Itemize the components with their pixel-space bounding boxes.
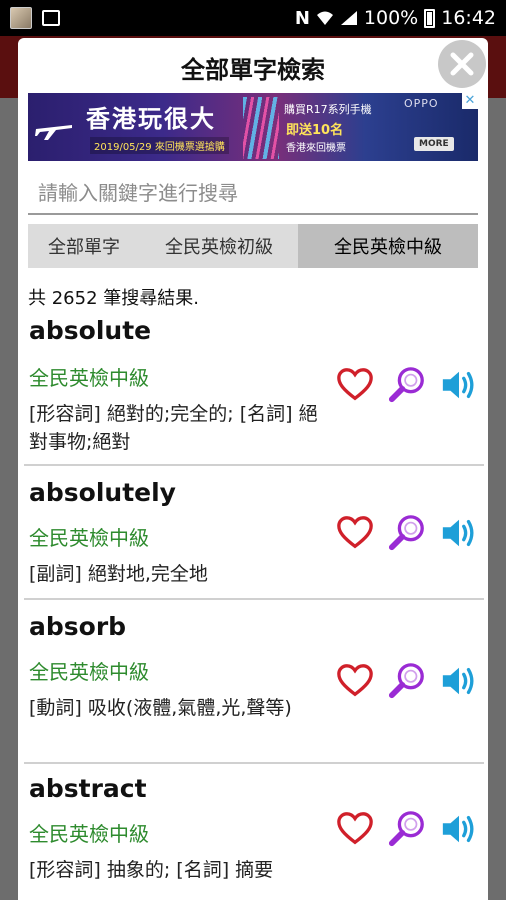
store-notification-icon <box>42 10 60 26</box>
word-level: 全民英檢中級 <box>29 366 149 390</box>
list-item[interactable]: absolutely 全民英檢中級 [副詞] 絕對地,完全地 <box>24 466 484 600</box>
result-count: 共 2652 筆搜尋結果. <box>28 288 199 309</box>
word-level: 全民英檢中級 <box>29 822 149 846</box>
ad-line3: 香港來回機票 <box>286 143 346 154</box>
word-title: absolutely <box>29 478 176 507</box>
search-input[interactable] <box>28 173 488 213</box>
nfc-icon: N <box>294 7 310 29</box>
status-bar: N 100% 16:42 <box>0 0 506 36</box>
tab-gept-intermediate[interactable]: 全民英檢中級 <box>298 224 478 268</box>
ad-graphic <box>243 97 279 159</box>
wifi-icon <box>316 11 333 25</box>
search-field <box>28 173 488 215</box>
word-title: absolute <box>29 316 152 345</box>
tab-gept-elementary[interactable]: 全民英檢初級 <box>140 224 298 268</box>
signal-icon <box>340 11 357 25</box>
word-definition: [副詞] 絕對地,完全地 <box>29 563 208 585</box>
magnifier-icon[interactable] <box>388 514 426 552</box>
speaker-icon[interactable] <box>440 366 478 404</box>
airplane-icon <box>35 125 72 140</box>
speaker-icon[interactable] <box>440 810 478 848</box>
word-definition: [形容詞] 抽象的; [名詞] 摘要 <box>29 859 274 881</box>
heart-icon[interactable] <box>336 810 374 848</box>
magnifier-icon[interactable] <box>388 366 426 404</box>
close-button[interactable] <box>438 40 486 88</box>
speaker-icon[interactable] <box>440 662 478 700</box>
word-title: absorb <box>29 612 127 641</box>
heart-icon[interactable] <box>336 662 374 700</box>
battery-icon <box>424 8 436 28</box>
item-actions <box>336 662 478 700</box>
speaker-icon[interactable] <box>440 514 478 552</box>
ad-line2: 即送10名 <box>286 123 344 138</box>
list-item[interactable]: absorb 全民英檢中級 [動詞] 吸收(液體,氣體,光,聲等) <box>24 600 484 764</box>
item-actions <box>336 366 478 404</box>
word-title: abstract <box>29 774 147 803</box>
word-definition: [動詞] 吸收(液體,氣體,光,聲等) <box>29 697 292 719</box>
search-dialog: 全部單字檢索 香港玩很大 2019/05/29 來回機票選搶購 購買R17系列手… <box>18 38 488 900</box>
ad-brand: OPPO <box>404 97 439 110</box>
ad-subline: 2019/05/29 來回機票選搶購 <box>90 137 229 154</box>
item-actions <box>336 514 478 552</box>
battery-percent: 100% <box>363 7 419 29</box>
ad-close-icon[interactable]: ✕ <box>462 93 478 109</box>
word-definition: [形容詞] 絕對的;完全的; [名詞] 絕對事物;絕對 <box>29 403 318 453</box>
close-icon <box>450 52 474 76</box>
list-item[interactable]: abstract 全民英檢中級 [形容詞] 抽象的; [名詞] 摘要 <box>24 764 484 900</box>
magnifier-icon[interactable] <box>388 662 426 700</box>
magnifier-icon[interactable] <box>388 810 426 848</box>
ad-banner[interactable]: 香港玩很大 2019/05/29 來回機票選搶購 購買R17系列手機 即送10名… <box>28 93 478 161</box>
level-tabs: 全部單字 全民英檢初級 全民英檢中級 <box>28 224 478 268</box>
ad-line1: 購買R17系列手機 <box>284 103 372 116</box>
item-actions <box>336 810 478 848</box>
ad-headline: 香港玩很大 <box>86 105 216 133</box>
photo-notification-icon <box>10 7 32 29</box>
heart-icon[interactable] <box>336 366 374 404</box>
ad-more-button[interactable]: MORE <box>414 137 454 151</box>
word-level: 全民英檢中級 <box>29 660 149 684</box>
dialog-title: 全部單字檢索 <box>181 56 325 84</box>
word-list: absolute 全民英檢中級 [形容詞] 絕對的;完全的; [名詞] 絕對事物… <box>18 310 488 900</box>
list-item[interactable]: absolute 全民英檢中級 [形容詞] 絕對的;完全的; [名詞] 絕對事物… <box>24 310 484 466</box>
heart-icon[interactable] <box>336 514 374 552</box>
clock: 16:42 <box>441 7 496 29</box>
tab-all-words[interactable]: 全部單字 <box>28 224 140 268</box>
word-level: 全民英檢中級 <box>29 526 149 550</box>
